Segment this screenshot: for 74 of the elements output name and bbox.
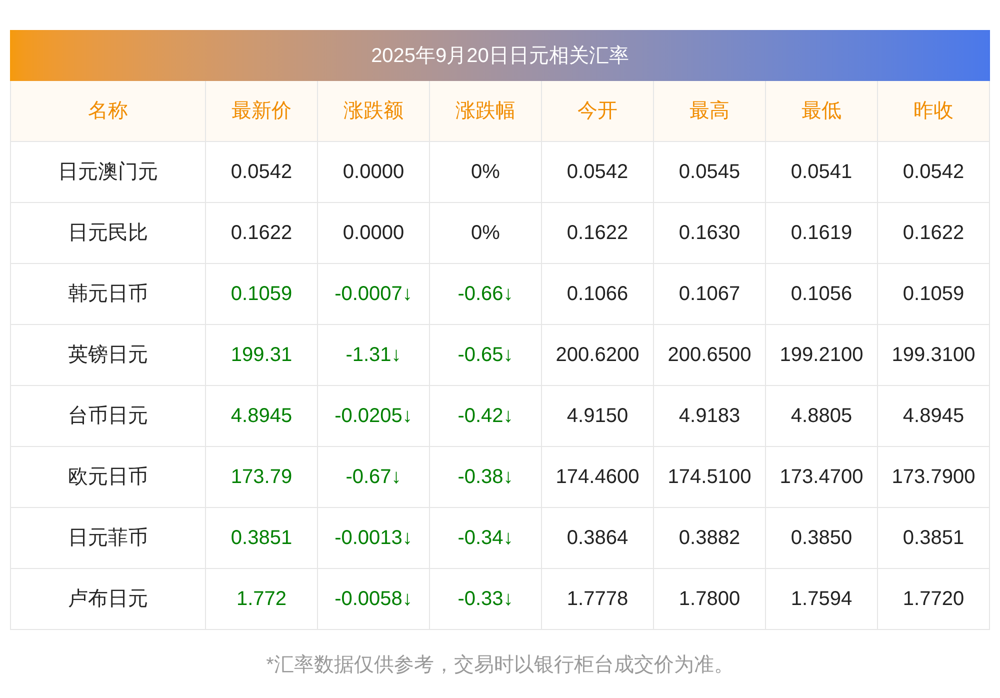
table-cell: 4.8945 bbox=[206, 386, 318, 447]
table-cell: 0.0000 bbox=[318, 203, 430, 264]
table-cell: 173.79 bbox=[206, 447, 318, 508]
table-cell: 0.3851 bbox=[206, 508, 318, 569]
table-cell: -0.42↓ bbox=[430, 386, 542, 447]
table-cell: 0.1622 bbox=[542, 203, 654, 264]
currency-pair-name: 日元民比 bbox=[11, 203, 206, 264]
table-cell: 0.1067 bbox=[654, 264, 766, 325]
currency-pair-name: 日元澳门元 bbox=[11, 142, 206, 203]
column-header: 名称 bbox=[11, 81, 206, 142]
table-cell: 0.3864 bbox=[542, 508, 654, 569]
table-cell: -1.31↓ bbox=[318, 325, 430, 386]
table-cell: 173.7900 bbox=[878, 447, 990, 508]
table-cell: 0.1622 bbox=[878, 203, 990, 264]
table-cell: 199.2100 bbox=[766, 325, 878, 386]
table-cell: 0.0000 bbox=[318, 142, 430, 203]
table-cell: 0.0545 bbox=[654, 142, 766, 203]
table-cell: 200.6200 bbox=[542, 325, 654, 386]
table-cell: 4.8805 bbox=[766, 386, 878, 447]
table-cell: 0.1056 bbox=[766, 264, 878, 325]
table-cell: 0.0542 bbox=[542, 142, 654, 203]
table-cell: -0.0013↓ bbox=[318, 508, 430, 569]
table-cell: -0.33↓ bbox=[430, 569, 542, 630]
table-cell: -0.38↓ bbox=[430, 447, 542, 508]
table-cell: 174.5100 bbox=[654, 447, 766, 508]
table-cell: 0.0542 bbox=[206, 142, 318, 203]
table-cell: 1.7778 bbox=[542, 569, 654, 630]
table-cell: 200.6500 bbox=[654, 325, 766, 386]
table-cell: -0.67↓ bbox=[318, 447, 430, 508]
table-cell: 1.7800 bbox=[654, 569, 766, 630]
table-cell: 4.8945 bbox=[878, 386, 990, 447]
table-cell: 199.31 bbox=[206, 325, 318, 386]
table-cell: 0.1059 bbox=[878, 264, 990, 325]
table-cell: 4.9183 bbox=[654, 386, 766, 447]
column-header: 昨收 bbox=[878, 81, 990, 142]
table-cell: 0.0541 bbox=[766, 142, 878, 203]
column-header: 涨跌额 bbox=[318, 81, 430, 142]
column-header: 最新价 bbox=[206, 81, 318, 142]
table-cell: 0% bbox=[430, 142, 542, 203]
column-header: 涨跌幅 bbox=[430, 81, 542, 142]
table-cell: 173.4700 bbox=[766, 447, 878, 508]
table-cell: 0.0542 bbox=[878, 142, 990, 203]
currency-pair-name: 日元菲币 bbox=[11, 508, 206, 569]
table-cell: -0.0205↓ bbox=[318, 386, 430, 447]
table-cell: 1.772 bbox=[206, 569, 318, 630]
column-header: 最高 bbox=[654, 81, 766, 142]
table-cell: 0.3851 bbox=[878, 508, 990, 569]
table-cell: -0.0058↓ bbox=[318, 569, 430, 630]
currency-pair-name: 卢布日元 bbox=[11, 569, 206, 630]
table-cell: -0.34↓ bbox=[430, 508, 542, 569]
table-cell: 1.7720 bbox=[878, 569, 990, 630]
table-cell: 0.3882 bbox=[654, 508, 766, 569]
table-cell: 1.7594 bbox=[766, 569, 878, 630]
table-cell: 199.3100 bbox=[878, 325, 990, 386]
table-cell: 4.9150 bbox=[542, 386, 654, 447]
table-cell: 0.1630 bbox=[654, 203, 766, 264]
table-cell: 0.3850 bbox=[766, 508, 878, 569]
currency-pair-name: 欧元日币 bbox=[11, 447, 206, 508]
table-cell: -0.65↓ bbox=[430, 325, 542, 386]
table-cell: 0% bbox=[430, 203, 542, 264]
table-cell: 0.1619 bbox=[766, 203, 878, 264]
currency-pair-name: 台币日元 bbox=[11, 386, 206, 447]
table-title: 2025年9月20日日元相关汇率 bbox=[10, 30, 990, 81]
table-cell: -0.0007↓ bbox=[318, 264, 430, 325]
table-cell: 174.4600 bbox=[542, 447, 654, 508]
table-cell: 0.1622 bbox=[206, 203, 318, 264]
currency-pair-name: 英镑日元 bbox=[11, 325, 206, 386]
table-cell: -0.66↓ bbox=[430, 264, 542, 325]
column-header: 最低 bbox=[766, 81, 878, 142]
currency-pair-name: 韩元日币 bbox=[11, 264, 206, 325]
column-header: 今开 bbox=[542, 81, 654, 142]
footnote: *汇率数据仅供参考，交易时以银行柜台成交价为准。 bbox=[265, 653, 735, 678]
table-cell: 0.1066 bbox=[542, 264, 654, 325]
table-cell: 0.1059 bbox=[206, 264, 318, 325]
